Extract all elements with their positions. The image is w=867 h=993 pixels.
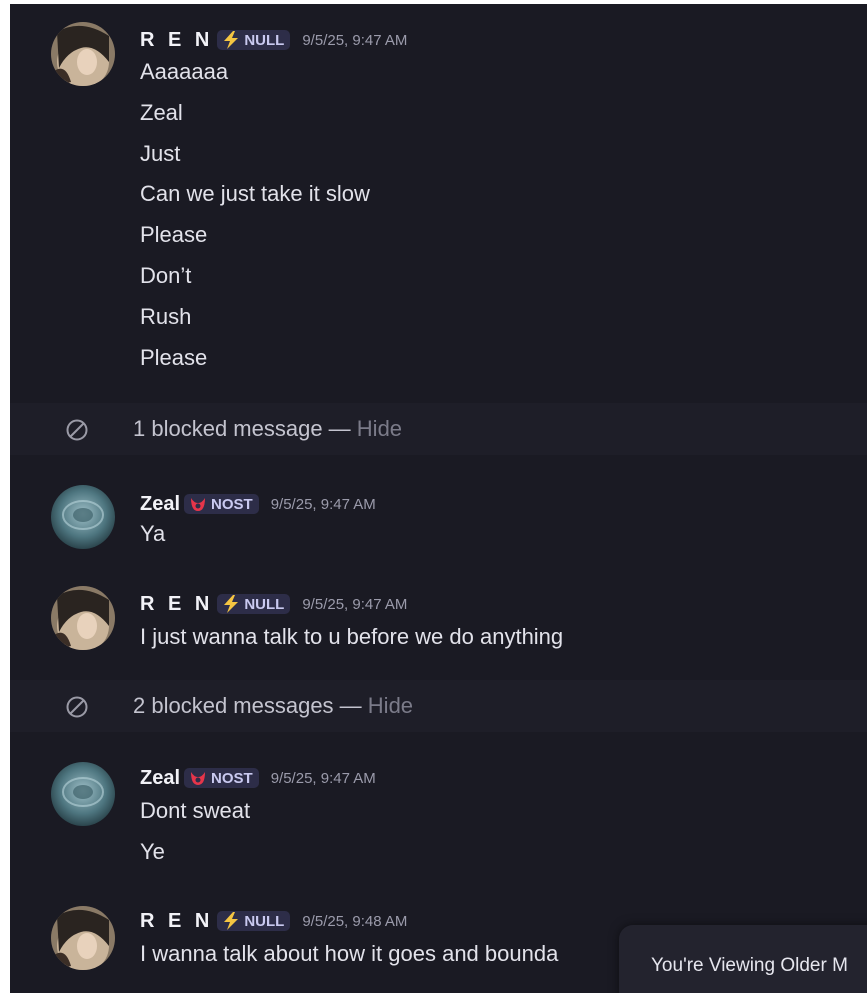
message-header: Zeal NOST 9/5/25, 9:47 AM [140,492,376,516]
timestamp: 9/5/25, 9:47 AM [270,769,376,787]
lightning-icon [220,30,242,50]
username[interactable]: R E N [140,29,213,52]
blocked-messages-row: 1 blocked message — Hide [10,403,867,455]
message-group: R E N NULL 9/5/25, 9:47 AM Aaaaaaa Zeal … [10,4,867,399]
message-text: Please [140,222,208,247]
timestamp: 9/5/25, 9:47 AM [302,31,408,49]
user-tag[interactable]: NULL [217,911,291,931]
timestamp: 9/5/25, 9:48 AM [302,912,408,930]
message-header: Zeal NOST 9/5/25, 9:47 AM [140,766,376,790]
red-crest-icon [187,494,209,514]
chat-log: R E N NULL 9/5/25, 9:47 AM Aaaaaaa Zeal … [10,4,867,993]
user-tag[interactable]: NULL [217,594,291,614]
message-text: I wanna talk about how it goes and bound… [140,941,559,966]
avatar[interactable] [51,762,115,826]
tag-label: NOST [211,769,253,787]
username[interactable]: R E N [140,593,213,616]
blocked-text: 1 blocked message — Hide [133,416,403,441]
timestamp: 9/5/25, 9:47 AM [302,595,408,613]
message-text: Can we just take it slow [140,181,370,206]
hide-button[interactable]: Hide [357,416,402,441]
tag-label: NULL [244,31,285,49]
message-text: Dont sweat [140,798,251,823]
avatar[interactable] [51,22,115,86]
timestamp: 9/5/25, 9:47 AM [270,495,376,513]
message-text: Ye [140,839,165,864]
blocked-icon [65,418,89,442]
user-tag[interactable]: NULL [217,30,291,50]
banner-text: You're Viewing Older M [651,955,848,976]
avatar[interactable] [51,485,115,549]
red-crest-icon [187,768,209,788]
avatar[interactable] [51,586,115,650]
message-header: R E N NULL 9/5/25, 9:47 AM [140,28,407,52]
hide-button[interactable]: Hide [368,693,413,718]
message-text: Don’t [140,263,192,288]
viewing-older-messages-banner[interactable]: You're Viewing Older M [619,925,867,993]
message-header: R E N NULL 9/5/25, 9:48 AM [140,909,407,933]
username[interactable]: Zeal [140,493,180,516]
message-text: Please [140,345,208,370]
user-tag[interactable]: NOST [184,494,259,514]
message-text: Aaaaaaa [140,59,229,84]
blocked-icon [65,695,89,719]
message-text: Just [140,141,181,166]
avatar[interactable] [51,906,115,970]
tag-label: NULL [244,912,285,930]
username[interactable]: Zeal [140,767,180,790]
message-text: Zeal [140,100,183,125]
lightning-icon [220,594,242,614]
lightning-icon [220,911,242,931]
message-group: Zeal NOST 9/5/25, 9:47 AM Ya [10,472,867,562]
message-text: Ya [140,521,166,546]
tag-label: NOST [211,495,253,513]
message-group: R E N NULL 9/5/25, 9:47 AM I just wanna … [10,572,867,677]
message-group: Zeal NOST 9/5/25, 9:47 AM Dont sweat Ye [10,749,867,879]
username[interactable]: R E N [140,910,213,933]
message-text: Rush [140,304,192,329]
message-text: I just wanna talk to u before we do anyt… [140,624,564,649]
blocked-messages-row: 2 blocked messages — Hide [10,680,867,732]
user-tag[interactable]: NOST [184,768,259,788]
blocked-text: 2 blocked messages — Hide [133,693,414,718]
message-header: R E N NULL 9/5/25, 9:47 AM [140,592,407,616]
tag-label: NULL [244,595,285,613]
